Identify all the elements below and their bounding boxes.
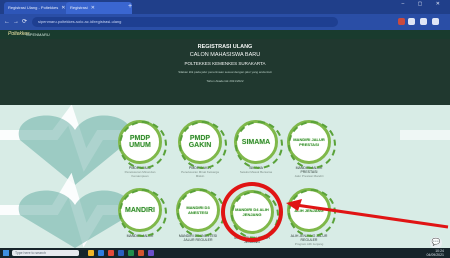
new-tab-button[interactable]: + [128,2,132,12]
app-icon[interactable] [148,250,154,256]
close-icon[interactable]: ✕ [91,5,95,11]
system-clock[interactable]: 10:24 04/09/2021 [426,249,444,257]
close-icon[interactable]: ✕ [61,5,65,11]
hero-subtitle-1: Silakan klik pada jalur penerimaan sesua… [178,70,272,74]
clock-date: 04/09/2021 [426,253,444,257]
card-desc: Penelusuran Minat Keluarga Miskin [181,170,219,178]
hero-title-2: CALON MAHASISWA BARU [189,52,261,58]
hero-title-3: POLTEKKES KEMENKES SURAKARTA [184,61,266,66]
chrome-icon[interactable] [108,250,114,256]
word-icon[interactable] [118,250,124,256]
extension-icon[interactable] [398,18,405,25]
badge-icon[interactable]: MANDIRI JALUR PRESTASI [287,120,336,169]
site-nav-title[interactable]: SIPENMARU [26,32,50,37]
excel-icon[interactable] [128,250,134,256]
card-desc: Program Alih Jenjang [294,242,324,246]
browser-tab-active[interactable]: Registrasi ✕ [66,2,132,14]
card-desc: Seleksi Masuk Bersama [239,170,273,174]
card-pmdp-gakin[interactable]: PMDP GAKIN PMDP GAKIN Penelusuran Minat … [178,120,227,178]
tab-label: Registrasi Ulang - Poltekkes [8,5,59,10]
badge-icon[interactable]: MANDIRI D3 ANESTESI [176,188,225,237]
browser-tab[interactable]: Registrasi Ulang - Poltekkes ✕ [4,2,70,14]
card-mandiri[interactable]: MANDIRI MANDIRI JALUR [118,188,167,238]
highlight-circle [221,182,283,242]
taskbar-search-input[interactable]: Type here to search [12,250,79,256]
badge-icon[interactable]: PMDP GAKIN [178,120,227,169]
reload-icon[interactable]: ⟳ [22,17,27,27]
hero-banner: REGISTRASI ULANG CALON MAHASISWA BARU PO… [0,39,450,105]
address-bar-row: ← → ⟳ sipenmaru.poltekkes-solo.ac.id/reg… [0,14,450,30]
edge-icon[interactable] [98,250,104,256]
browser-tab-bar: Registrasi Ulang - Poltekkes ✕ Registrasi… [0,0,450,14]
windows-start-icon[interactable] [3,250,9,256]
menu-icon[interactable] [432,18,439,25]
taskbar: Type here to search 10:24 04/09/2021 [0,248,450,258]
card-desc: Penelusuran Minat dan Kemampuan [124,170,156,178]
hero-title-1: REGISTRASI ULANG [197,44,253,50]
badge-icon[interactable]: SIMAMA [234,120,283,169]
site-header: Poltekkes SIPENMARU [0,30,450,39]
card-mandiri-d3-anestesi[interactable]: MANDIRI D3 ANESTESI MANDIRI D3 ANESTESI … [176,188,225,242]
card-pmdp-umum[interactable]: PMDP UMUM PMDP UMUM Penelusuran Minat da… [118,120,167,178]
back-icon[interactable]: ← [4,17,10,27]
powerpoint-icon[interactable] [138,250,144,256]
card-simama[interactable]: SIMAMA SIMAMA Seleksi Masuk Bersama [234,120,283,174]
arrow-icon [286,199,449,229]
profile-icon[interactable] [420,18,427,25]
forward-icon[interactable]: → [13,17,19,27]
tab-label: Registrasi [70,5,88,10]
card-desc: Jalur Prestasi Mandiri [294,174,324,178]
hero-subtitle-2: Tahun Akademik 2021/2022 [206,79,244,83]
file-explorer-icon[interactable] [88,250,94,256]
card-mandiri-prestasi[interactable]: MANDIRI JALUR PRESTASI MANDIRI JALUR PRE… [287,120,336,178]
extension-icon[interactable] [408,18,415,25]
badge-icon[interactable]: PMDP UMUM [118,120,167,169]
url-input[interactable]: sipenmaru.poltekkes-solo.ac.id/registras… [32,17,338,27]
badge-icon[interactable]: MANDIRI [118,188,167,237]
window-controls[interactable]: – ▢ ✕ [402,1,446,7]
